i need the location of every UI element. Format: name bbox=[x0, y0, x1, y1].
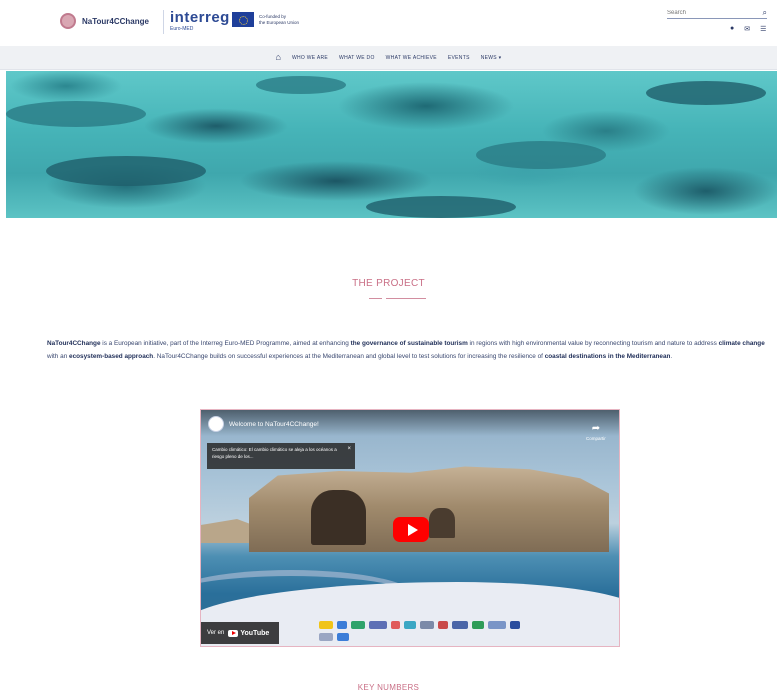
youtube-wordmark: YouTube bbox=[240, 629, 270, 637]
partner-logos bbox=[319, 616, 529, 646]
header-icons: ● ✉ ☰ bbox=[730, 25, 766, 33]
project-text-5: . bbox=[670, 353, 673, 360]
project-description: NaTour4CChange is a European initiative,… bbox=[47, 337, 771, 363]
close-icon[interactable]: × bbox=[347, 446, 351, 453]
video-info-card-text: Cambio climático: El cambio climático se… bbox=[212, 447, 337, 459]
nav-item-who-we-are[interactable]: WHO WE ARE bbox=[292, 55, 328, 61]
share-label: Compartir bbox=[586, 436, 606, 441]
youtube-icon bbox=[228, 629, 239, 637]
interreg-logo-text: interreg bbox=[170, 9, 230, 26]
project-text-4: . NaTour4CChange builds on successful ex… bbox=[153, 353, 545, 360]
logo-divider bbox=[163, 10, 164, 34]
user-icon[interactable]: ● bbox=[730, 25, 734, 33]
project-logo-text: NaTour4CChange bbox=[82, 16, 149, 26]
title-accent-short bbox=[369, 298, 382, 299]
section-title-key-numbers: KEY NUMBERS bbox=[357, 683, 420, 692]
section-title-project: THE PROJECT bbox=[352, 278, 425, 289]
chevron-down-icon: ▾ bbox=[498, 54, 502, 61]
eu-flag-icon bbox=[232, 12, 254, 27]
project-brand-name: NaTour4CChange bbox=[47, 340, 101, 347]
search-input[interactable] bbox=[667, 9, 747, 16]
project-text-1: is a European initiative, part of the In… bbox=[100, 340, 351, 347]
nav-item-what-we-achieve[interactable]: WHAT WE ACHIEVE bbox=[386, 55, 437, 61]
site-header: NaTour4CChange interreg Euro-MED Co-fund… bbox=[0, 0, 777, 46]
search-box: ⌕ bbox=[667, 7, 767, 19]
project-logo[interactable]: NaTour4CChange bbox=[60, 13, 149, 29]
project-bold-3: ecosystem-based approach bbox=[69, 353, 154, 360]
share-icon: ➦ bbox=[591, 423, 601, 434]
watch-on-label: Ver en bbox=[207, 630, 225, 636]
play-button[interactable] bbox=[393, 517, 429, 542]
nav-item-news[interactable]: NEWS ▾ bbox=[481, 55, 502, 61]
project-bold-1: the governance of sustainable tourism bbox=[350, 340, 468, 347]
nav-item-events[interactable]: EVENTS bbox=[448, 55, 470, 61]
page: NaTour4CChange interreg Euro-MED Co-fund… bbox=[0, 0, 777, 695]
language-icon[interactable]: ☰ bbox=[760, 25, 766, 33]
nav-item-news-label: NEWS bbox=[480, 54, 497, 61]
eu-caption-line1: Co-funded by bbox=[259, 14, 287, 20]
mail-icon[interactable]: ✉ bbox=[744, 25, 750, 33]
video-title[interactable]: Welcome to NaTour4CChange! bbox=[229, 421, 319, 428]
hero-banner-image bbox=[6, 71, 777, 218]
main-nav: ⌂ WHO WE ARE WHAT WE DO WHAT WE ACHIEVE … bbox=[0, 46, 777, 70]
search-icon[interactable]: ⌕ bbox=[763, 8, 767, 17]
project-bold-2: climate change bbox=[718, 340, 765, 347]
interreg-logo-sub: Euro-MED bbox=[170, 26, 194, 32]
project-text-3: with an bbox=[47, 353, 70, 360]
video-cave bbox=[311, 490, 366, 545]
video-info-card[interactable]: Cambio climático: El cambio climático se… bbox=[207, 443, 355, 469]
interreg-logo[interactable]: interreg Euro-MED bbox=[170, 10, 230, 32]
home-icon[interactable]: ⌂ bbox=[276, 53, 281, 62]
video-rock-formation bbox=[249, 466, 609, 552]
channel-avatar[interactable] bbox=[208, 416, 224, 432]
youtube-logo: YouTube bbox=[228, 629, 270, 637]
project-bold-4: coastal destinations in the Mediterranea… bbox=[544, 353, 671, 360]
nav-item-what-we-do[interactable]: WHAT WE DO bbox=[339, 55, 375, 61]
video-cave-small bbox=[429, 508, 455, 538]
youtube-video-embed[interactable]: Welcome to NaTour4CChange! ➦ Compartir C… bbox=[200, 409, 620, 647]
eu-logo: Co-funded by the European Union bbox=[232, 12, 299, 27]
project-text-2: in regions with high environmental value… bbox=[467, 340, 719, 347]
eu-caption-line2: the European Union bbox=[259, 19, 300, 25]
eu-caption: Co-funded by the European Union bbox=[259, 14, 299, 25]
title-accent-long bbox=[386, 298, 426, 299]
watch-on-youtube-button[interactable]: Ver en YouTube bbox=[201, 622, 279, 644]
share-button[interactable]: ➦ Compartir bbox=[586, 418, 606, 442]
project-logo-mark bbox=[60, 13, 76, 29]
